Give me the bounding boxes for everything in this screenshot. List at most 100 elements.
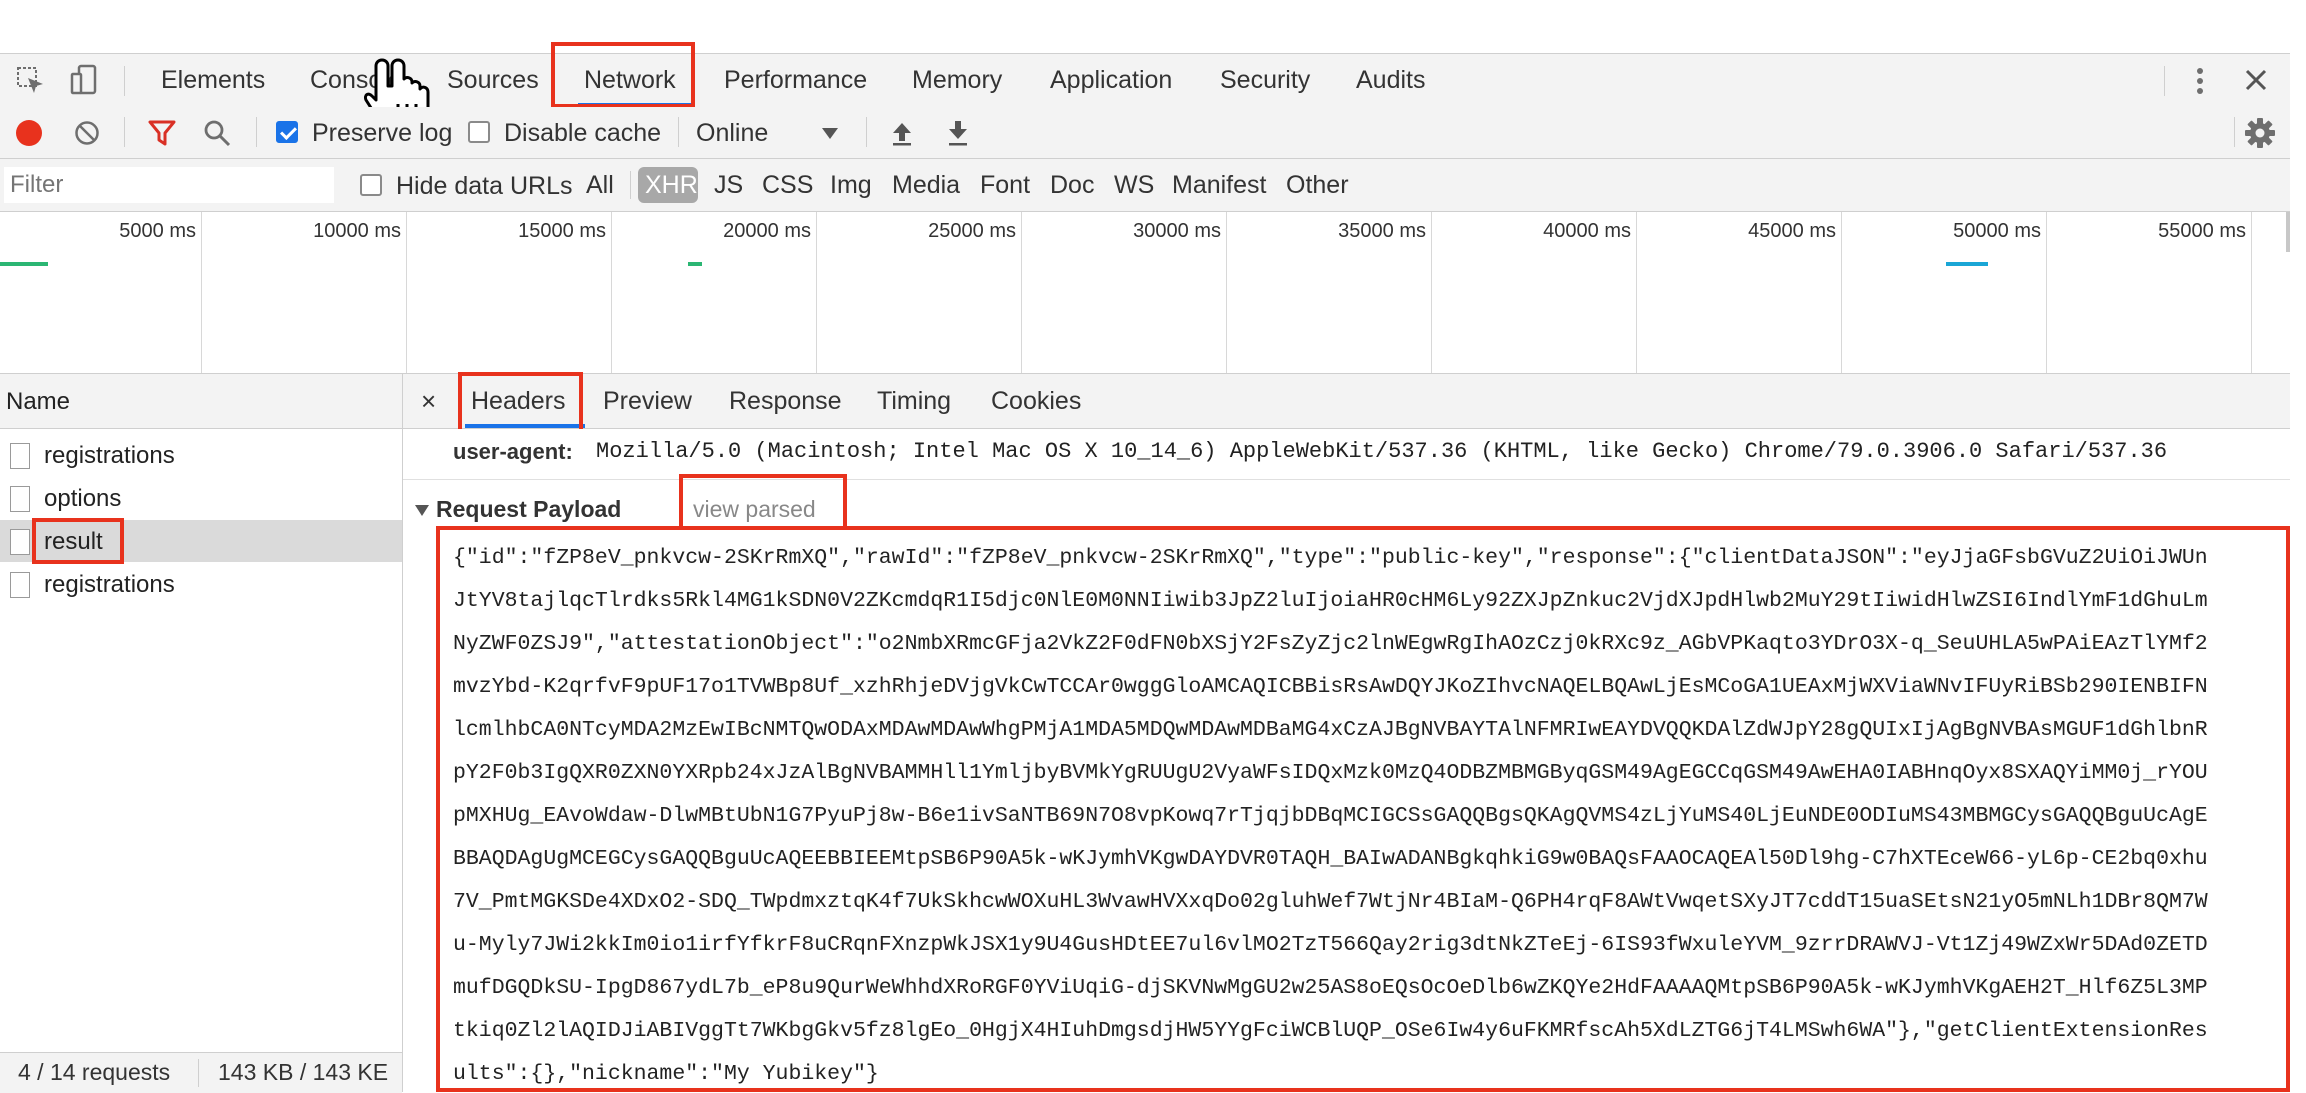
request-count: 4 / 14 requests — [18, 1059, 171, 1085]
filter-type-xhr[interactable]: XHR — [645, 159, 698, 211]
filter-type-manifest[interactable]: Manifest — [1172, 159, 1266, 211]
timeline-gridline — [406, 212, 407, 373]
tab-cookies[interactable]: Cookies — [991, 374, 1081, 428]
divider — [678, 117, 679, 147]
timeline-tick-label: 35000 ms — [1338, 220, 1426, 242]
timeline-tick-label: 45000 ms — [1748, 220, 1836, 242]
hide-data-urls-label[interactable]: Hide data URLs — [396, 172, 572, 201]
highlight-result-request — [32, 518, 124, 564]
request-list-header[interactable]: Name — [0, 374, 402, 429]
device-toolbar-icon[interactable] — [70, 64, 100, 96]
tab-timing[interactable]: Timing — [877, 374, 951, 428]
record-icon[interactable] — [16, 120, 42, 146]
tab-application[interactable]: Application — [1050, 54, 1172, 107]
filter-type-media[interactable]: Media — [892, 159, 960, 211]
network-toolbar: Preserve log Disable cache Online — [0, 107, 2290, 159]
tab-security[interactable]: Security — [1220, 54, 1310, 107]
timeline-gridline — [1841, 212, 1842, 373]
timeline-overview[interactable]: 5000 ms 10000 ms 15000 ms 20000 ms 25000… — [0, 212, 2290, 374]
preserve-log-checkbox[interactable] — [276, 121, 298, 143]
transfer-size: 143 KB / 143 KE — [218, 1059, 389, 1085]
export-har-icon[interactable] — [946, 119, 970, 147]
filter-bar: Hide data URLs All XHR JS CSS Img Media … — [0, 159, 2290, 212]
timeline-tick-label: 30000 ms — [1133, 220, 1221, 242]
timeline-request-bar — [0, 262, 48, 266]
filter-input[interactable] — [4, 167, 334, 203]
filter-type-img[interactable]: Img — [830, 159, 872, 211]
inspect-element-icon[interactable] — [16, 66, 46, 96]
document-icon — [10, 529, 30, 555]
tab-response[interactable]: Response — [729, 374, 842, 428]
timeline-gridline — [816, 212, 817, 373]
tab-performance[interactable]: Performance — [724, 54, 867, 107]
divider — [124, 66, 125, 96]
timeline-tick-label: 25000 ms — [928, 220, 1016, 242]
search-icon[interactable] — [203, 119, 231, 147]
divider — [124, 117, 125, 147]
user-agent-value: Mozilla/5.0 (Macintosh; Intel Mac OS X 1… — [596, 439, 2168, 464]
request-name: registrations — [44, 571, 175, 598]
timeline-gridline — [2046, 212, 2047, 373]
timeline-gridline — [201, 212, 202, 373]
request-row[interactable]: registrations — [0, 563, 402, 605]
filter-type-js[interactable]: JS — [714, 159, 743, 211]
document-icon — [10, 572, 30, 598]
highlight-headers-tab — [458, 372, 583, 434]
close-detail-icon[interactable]: × — [421, 374, 436, 428]
dropdown-arrow-icon — [822, 128, 838, 139]
filter-icon[interactable] — [148, 120, 176, 146]
tab-audits[interactable]: Audits — [1356, 54, 1425, 107]
tab-memory[interactable]: Memory — [912, 54, 1002, 107]
highlight-request-payload — [436, 526, 2290, 1092]
throttling-select[interactable]: Online — [690, 113, 850, 153]
timeline-tick-label: 50000 ms — [1953, 220, 2041, 242]
filter-type-doc[interactable]: Doc — [1050, 159, 1094, 211]
filter-type-font[interactable]: Font — [980, 159, 1030, 211]
document-icon — [10, 443, 30, 469]
timeline-gridline — [2251, 212, 2252, 373]
divider — [2164, 66, 2165, 96]
timeline-request-bar — [1946, 262, 1988, 266]
request-name: registrations — [44, 442, 175, 469]
name-column-header[interactable]: Name — [6, 388, 70, 416]
timeline-request-bar — [688, 262, 702, 266]
disable-cache-checkbox[interactable] — [468, 121, 490, 143]
throttling-value: Online — [696, 119, 769, 147]
timeline-tick-label: 55000 ms — [2158, 220, 2246, 242]
filter-type-all[interactable]: All — [586, 159, 614, 211]
highlight-view-parsed — [679, 474, 847, 530]
timeline-gridline — [611, 212, 612, 373]
import-har-icon[interactable] — [890, 119, 914, 147]
filter-type-ws[interactable]: WS — [1114, 159, 1154, 211]
document-icon — [10, 486, 30, 512]
request-detail-tabs: × Headers Preview Response Timing Cookie… — [403, 374, 2290, 429]
timeline-gridline — [1021, 212, 1022, 373]
request-row[interactable]: options — [0, 477, 402, 519]
tab-sources[interactable]: Sources — [447, 54, 539, 107]
disclosure-triangle-icon[interactable] — [415, 505, 429, 516]
devtools-tab-bar: Elements Console Sources Network Perform… — [0, 53, 2290, 108]
timeline-tick-label: 10000 ms — [313, 220, 401, 242]
divider — [2234, 117, 2235, 147]
disable-cache-label[interactable]: Disable cache — [504, 119, 661, 148]
filter-type-css[interactable]: CSS — [762, 159, 813, 211]
hide-data-urls-checkbox[interactable] — [360, 174, 382, 196]
timeline-gridline — [1431, 212, 1432, 373]
divider — [866, 117, 867, 147]
divider — [198, 1059, 199, 1087]
preserve-log-label[interactable]: Preserve log — [312, 119, 452, 148]
request-list: Name registrations options result regist… — [0, 374, 403, 1093]
timeline-scrollbar[interactable] — [2286, 212, 2290, 252]
close-devtools-icon[interactable] — [2244, 68, 2268, 92]
request-row[interactable]: registrations — [0, 434, 402, 476]
timeline-tick-label: 5000 ms — [119, 220, 196, 242]
divider — [630, 171, 631, 199]
tab-elements[interactable]: Elements — [161, 54, 265, 107]
user-agent-label: user-agent: — [453, 439, 573, 464]
filter-type-other[interactable]: Other — [1286, 159, 1349, 211]
settings-gear-icon[interactable] — [2244, 117, 2276, 149]
clear-icon[interactable] — [74, 120, 100, 146]
tab-preview[interactable]: Preview — [603, 374, 692, 428]
request-payload-title[interactable]: Request Payload — [436, 496, 621, 523]
more-options-icon[interactable] — [2190, 66, 2210, 96]
